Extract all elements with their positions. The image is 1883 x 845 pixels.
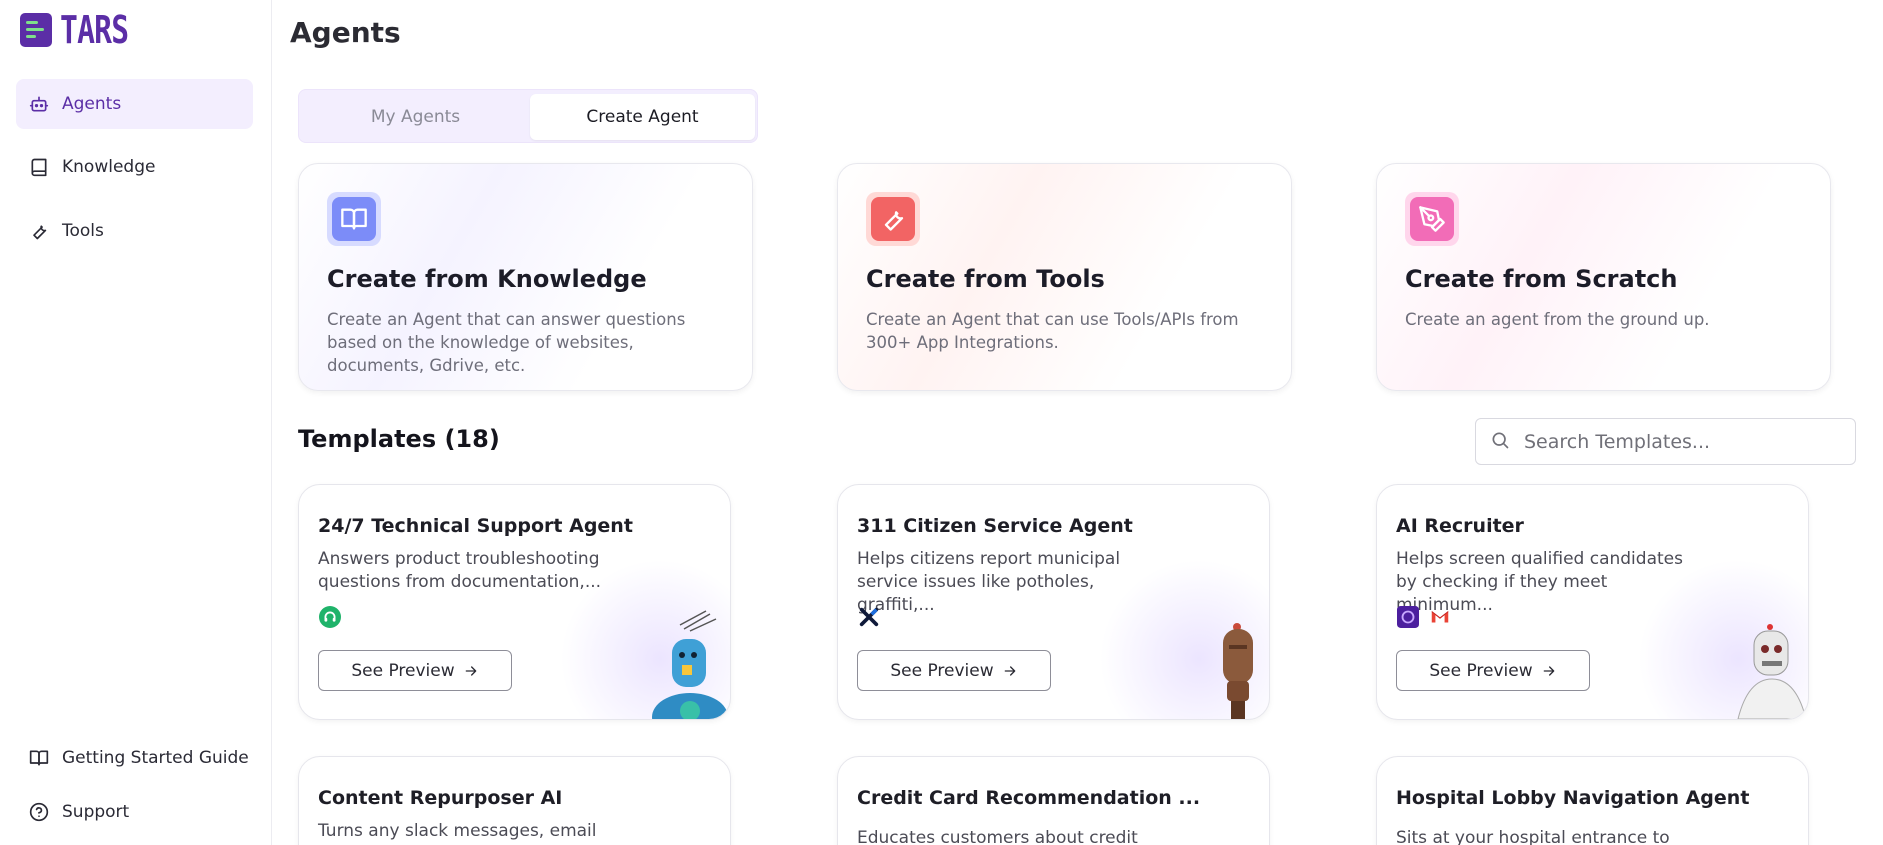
create-from-knowledge-card[interactable]: Create from Knowledge Create an Agent th… bbox=[298, 163, 753, 391]
tab-my-agents[interactable]: My Agents bbox=[303, 94, 528, 140]
card-description: Create an agent from the ground up. bbox=[1405, 310, 1710, 329]
sidebar-item-getting-started[interactable]: Getting Started Guide bbox=[16, 733, 253, 783]
template-card[interactable]: Credit Card Recommendation ... Educates … bbox=[837, 756, 1270, 845]
card-description: Create an Agent that can answer question… bbox=[327, 310, 686, 375]
template-description: Educates customers about credit bbox=[857, 828, 1138, 845]
robot-icon bbox=[28, 93, 50, 115]
book-icon bbox=[327, 192, 381, 246]
pen-tool-icon bbox=[1405, 192, 1459, 246]
template-card[interactable]: 24/7 Technical Support Agent Answers pro… bbox=[298, 484, 731, 720]
headset-icon bbox=[318, 605, 342, 629]
template-description: Turns any slack messages, email bbox=[318, 821, 597, 841]
template-title: 311 Citizen Service Agent bbox=[857, 515, 1133, 537]
sidebar-item-label: Knowledge bbox=[62, 157, 156, 177]
sidebar: TARS Agents Knowledge Tools Getting Star… bbox=[0, 0, 272, 845]
sidebar-item-label: Tools bbox=[62, 221, 104, 241]
robot-illustration-icon bbox=[652, 610, 728, 719]
tab-create-agent[interactable]: Create Agent bbox=[530, 94, 755, 140]
gmail-icon bbox=[1428, 605, 1452, 629]
template-description: Sits at your hospital entrance to help bbox=[1396, 828, 1670, 845]
template-card[interactable]: Content Repurposer AI Turns any slack me… bbox=[298, 756, 731, 845]
robot-illustration-icon bbox=[1223, 623, 1253, 719]
create-from-tools-card[interactable]: Create from Tools Create an Agent that c… bbox=[837, 163, 1292, 391]
template-card[interactable]: 311 Citizen Service Agent Helps citizens… bbox=[837, 484, 1270, 720]
book-icon bbox=[28, 156, 50, 178]
wrench-icon bbox=[28, 220, 50, 242]
template-search[interactable] bbox=[1475, 418, 1856, 465]
page-title: Agents bbox=[290, 16, 401, 49]
sidebar-item-agents[interactable]: Agents bbox=[16, 79, 253, 129]
sidebar-item-label: Getting Started Guide bbox=[62, 748, 249, 768]
create-from-scratch-card[interactable]: Create from Scratch Create an agent from… bbox=[1376, 163, 1831, 391]
arrow-right-icon bbox=[1004, 665, 1015, 676]
agent-tabs: My Agents Create Agent bbox=[298, 89, 758, 143]
sidebar-item-support[interactable]: Support bbox=[16, 787, 253, 837]
arrow-right-icon bbox=[1543, 665, 1554, 676]
x-logo-icon bbox=[857, 605, 881, 629]
template-description: Helps citizens report municipal service … bbox=[857, 549, 1121, 615]
search-icon bbox=[1490, 430, 1510, 454]
sidebar-item-label: Support bbox=[62, 802, 130, 822]
sidebar-item-tools[interactable]: Tools bbox=[16, 206, 253, 256]
card-title: Create from Tools bbox=[866, 265, 1105, 293]
card-title: Create from Scratch bbox=[1405, 265, 1678, 293]
robot-illustration-icon bbox=[1737, 624, 1807, 719]
see-preview-button[interactable]: See Preview bbox=[1396, 650, 1590, 691]
template-card[interactable]: Hospital Lobby Navigation Agent Sits at … bbox=[1376, 756, 1809, 845]
templates-heading: Templates (18) bbox=[298, 425, 500, 453]
open-book-icon bbox=[28, 747, 50, 769]
card-title: Create from Knowledge bbox=[327, 265, 647, 293]
wrench-icon bbox=[866, 192, 920, 246]
brain-app-icon bbox=[1396, 605, 1420, 629]
template-title: AI Recruiter bbox=[1396, 515, 1524, 537]
see-preview-button[interactable]: See Preview bbox=[857, 650, 1051, 691]
template-title: Content Repurposer AI bbox=[318, 787, 563, 809]
template-title: 24/7 Technical Support Agent bbox=[318, 515, 633, 537]
tars-logo-icon bbox=[20, 13, 52, 47]
template-title: Credit Card Recommendation ... bbox=[857, 787, 1201, 809]
sidebar-item-label: Agents bbox=[62, 94, 122, 114]
help-circle-icon bbox=[28, 801, 50, 823]
app-logo[interactable]: TARS bbox=[20, 8, 148, 52]
app-name: TARS bbox=[60, 8, 129, 52]
search-input[interactable] bbox=[1524, 430, 1844, 453]
see-preview-button[interactable]: See Preview bbox=[318, 650, 512, 691]
card-description: Create an Agent that can use Tools/APIs … bbox=[866, 310, 1239, 352]
arrow-right-icon bbox=[465, 665, 476, 676]
sidebar-item-knowledge[interactable]: Knowledge bbox=[16, 142, 253, 192]
template-card[interactable]: AI Recruiter Helps screen qualified cand… bbox=[1376, 484, 1809, 720]
template-title: Hospital Lobby Navigation Agent bbox=[1396, 787, 1750, 809]
template-description: Answers product troubleshooting question… bbox=[318, 549, 602, 592]
